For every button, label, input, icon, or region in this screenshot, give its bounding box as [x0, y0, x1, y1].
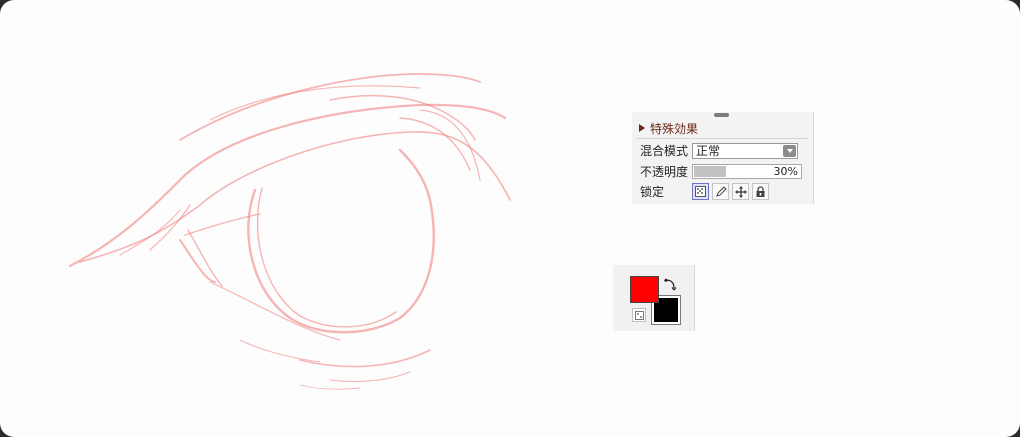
drawing-canvas[interactable] [0, 0, 1020, 437]
opacity-label: 不透明度 [640, 165, 689, 179]
lock-move-icon[interactable] [732, 183, 749, 200]
opacity-slider-fill [694, 166, 727, 177]
lock-row: 锁定 [640, 183, 769, 200]
reset-colors-icon[interactable] [632, 308, 646, 322]
panel-grip-handle[interactable] [714, 113, 729, 117]
lock-transparent-icon[interactable] [692, 183, 709, 200]
layer-effects-panel: 特殊効果 混合模式 正常 不透明度 30% 锁定 [632, 112, 814, 204]
lock-options [692, 183, 769, 200]
opacity-row: 不透明度 30% [640, 163, 802, 180]
lock-label: 锁定 [640, 185, 665, 199]
swap-colors-icon[interactable] [663, 277, 678, 292]
dropdown-arrow-icon[interactable] [783, 144, 796, 157]
blend-mode-row: 混合模式 正常 [640, 142, 798, 159]
blend-mode-select[interactable]: 正常 [692, 142, 798, 159]
special-effects-title: 特殊効果 [650, 121, 699, 136]
blend-mode-label: 混合模式 [640, 144, 689, 158]
opacity-value: 30% [773, 165, 798, 178]
opacity-slider[interactable]: 30% [692, 164, 802, 179]
eye-sketch [68, 73, 511, 390]
color-swatch-panel [613, 265, 695, 331]
blend-mode-value: 正常 [696, 144, 721, 158]
lock-all-icon[interactable] [752, 183, 769, 200]
special-effects-header[interactable]: 特殊効果 [636, 118, 808, 139]
lock-paint-icon[interactable] [712, 183, 729, 200]
foreground-color-swatch[interactable] [630, 276, 659, 303]
expand-arrow-icon[interactable] [639, 124, 645, 132]
